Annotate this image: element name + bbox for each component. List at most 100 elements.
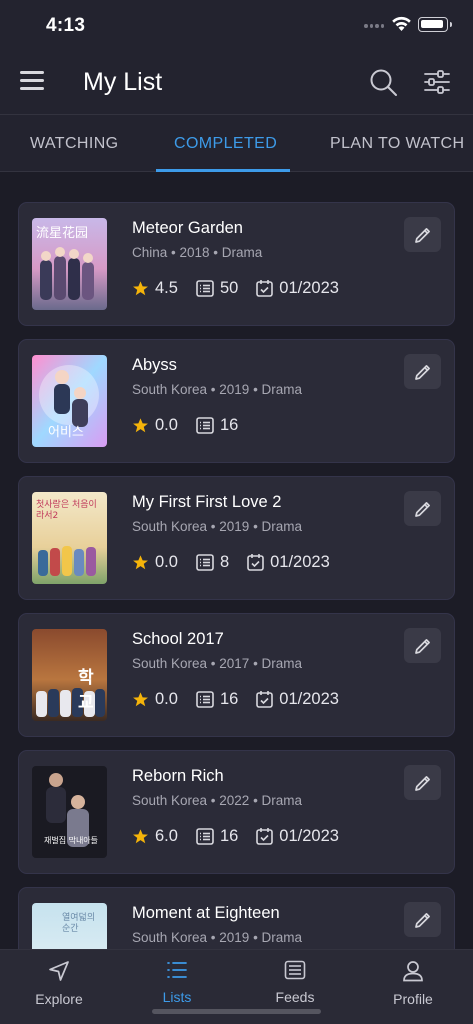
tab-watching[interactable]: WATCHING <box>30 115 119 172</box>
completion-date: 01/2023 <box>256 827 339 846</box>
poster-title-text: 어비스 <box>48 425 84 440</box>
filter-sliders-icon[interactable] <box>423 68 451 96</box>
nav-profile-label: Profile <box>393 991 433 1007</box>
list-item[interactable]: 첫사랑은 처음이라서2 My First First Love 2 South … <box>18 476 455 600</box>
star-icon <box>133 280 148 295</box>
date-value: 01/2023 <box>270 552 330 571</box>
edit-button[interactable] <box>404 354 441 389</box>
drama-meta: South Korea • 2022 • Drama <box>132 793 303 808</box>
completion-date: 01/2023 <box>256 279 339 298</box>
list-tabs: WATCHING COMPLETED PLAN TO WATCH <box>0 114 473 172</box>
rating-value: 4.5 <box>155 278 178 297</box>
episodes-list-icon <box>196 553 214 571</box>
nav-feeds[interactable]: Feeds <box>236 960 354 1005</box>
poster-title-text: 流星花园 <box>36 226 89 241</box>
rating: 6.0 <box>132 827 178 846</box>
nav-explore-label: Explore <box>35 991 83 1007</box>
battery-icon <box>418 17 452 32</box>
drama-stats: 0.0 16 <box>132 414 256 436</box>
drama-meta: South Korea • 2017 • Drama <box>132 656 303 671</box>
hamburger-menu-icon[interactable] <box>20 71 44 93</box>
home-indicator <box>152 1009 321 1014</box>
rating-value: 6.0 <box>155 826 178 845</box>
episodes-value: 16 <box>219 826 239 845</box>
pencil-icon <box>414 912 430 928</box>
pencil-icon <box>414 501 430 517</box>
edit-button[interactable] <box>404 902 441 937</box>
nav-explore[interactable]: Explore <box>0 960 118 1007</box>
rating-value: 0.0 <box>155 415 178 434</box>
drama-title: My First First Love 2 <box>132 493 282 511</box>
nav-feeds-label: Feeds <box>275 989 315 1005</box>
nav-profile[interactable]: Profile <box>354 960 472 1007</box>
drama-title: Meteor Garden <box>132 219 243 237</box>
pencil-icon <box>414 775 430 791</box>
poster-title-text: 학교 <box>78 668 94 713</box>
episodes-list-icon <box>196 690 214 708</box>
tab-plan-to-watch[interactable]: PLAN TO WATCH <box>330 115 464 172</box>
episodes-list-icon <box>196 827 214 845</box>
episodes: 16 <box>196 416 238 435</box>
drama-stats: 6.0 16 01/2023 <box>132 825 357 847</box>
tab-completed[interactable]: COMPLETED <box>174 115 277 172</box>
calendar-check-icon <box>256 828 274 845</box>
list-item[interactable]: 流星花园 Meteor Garden China • 2018 • Drama … <box>18 202 455 326</box>
star-icon <box>133 554 148 569</box>
poster-image: 열여덟의 순간 <box>32 903 107 949</box>
edit-button[interactable] <box>404 217 441 252</box>
app-header: My List <box>0 52 473 114</box>
drama-meta: South Korea • 2019 • Drama <box>132 930 303 945</box>
edit-button[interactable] <box>404 765 441 800</box>
list-item[interactable]: 재벌집 막내아들 Reborn Rich South Korea • 2022 … <box>18 750 455 874</box>
episodes-value: 8 <box>219 552 230 571</box>
date-value: 01/2023 <box>279 278 339 297</box>
edit-button[interactable] <box>404 628 441 663</box>
episodes-value: 16 <box>219 689 239 708</box>
rating-value: 0.0 <box>155 689 178 708</box>
poster-image: 어비스 <box>32 355 107 447</box>
poster-image: 재벌집 막내아들 <box>32 766 107 858</box>
feed-icon <box>284 960 306 980</box>
calendar-check-icon <box>247 554 264 571</box>
poster-image: 학교 <box>32 629 107 721</box>
drama-stats: 0.0 8 01/2023 <box>132 551 348 573</box>
nav-lists[interactable]: Lists <box>118 960 236 1005</box>
completion-date: 01/2023 <box>256 690 339 709</box>
poster-title-text: 재벌집 막내아들 <box>43 836 99 845</box>
episodes-list-icon <box>196 279 214 297</box>
star-icon <box>133 828 148 843</box>
wifi-icon <box>392 16 411 31</box>
rating: 4.5 <box>132 279 178 298</box>
poster-image: 첫사랑은 처음이라서2 <box>32 492 107 584</box>
drama-title: Abyss <box>132 356 177 374</box>
episodes-list-icon <box>196 416 214 434</box>
status-time: 4:13 <box>46 15 86 36</box>
list-icon <box>167 962 187 978</box>
episodes: 16 <box>196 690 238 709</box>
drama-title: Reborn Rich <box>132 767 224 785</box>
episodes-value: 50 <box>219 278 239 297</box>
drama-stats: 0.0 16 01/2023 <box>132 688 357 710</box>
drama-list: 流星花园 Meteor Garden China • 2018 • Drama … <box>0 172 473 949</box>
calendar-check-icon <box>256 280 274 297</box>
rating: 0.0 <box>132 416 178 435</box>
star-icon <box>133 417 148 432</box>
pencil-icon <box>414 638 430 654</box>
person-icon <box>403 961 423 982</box>
search-icon[interactable] <box>369 68 398 97</box>
edit-button[interactable] <box>404 491 441 526</box>
list-item[interactable]: 학교 School 2017 South Korea • 2017 • Dram… <box>18 613 455 737</box>
episodes: 50 <box>196 279 238 298</box>
list-item[interactable]: 어비스 Abyss South Korea • 2019 • Drama 0.0… <box>18 339 455 463</box>
poster-image: 流星花园 <box>32 218 107 310</box>
navigation-arrow-icon <box>49 961 69 981</box>
rating: 0.0 <box>132 690 178 709</box>
calendar-check-icon <box>256 691 274 708</box>
date-value: 01/2023 <box>279 689 339 708</box>
drama-title: School 2017 <box>132 630 224 648</box>
pencil-icon <box>414 364 430 380</box>
list-item[interactable]: 열여덟의 순간 Moment at Eighteen South Korea •… <box>18 887 455 949</box>
nav-lists-label: Lists <box>162 989 192 1005</box>
page-title: My List <box>83 68 163 96</box>
drama-meta: China • 2018 • Drama <box>132 245 263 260</box>
